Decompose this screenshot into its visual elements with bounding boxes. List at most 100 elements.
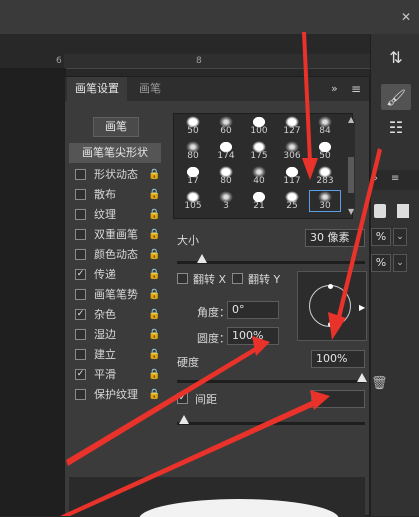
chevron-down-icon[interactable]: ▼: [348, 207, 354, 216]
brush-option-row[interactable]: ✓ 杂色 🔒: [69, 305, 161, 325]
hardness-field[interactable]: 100%: [311, 350, 365, 368]
brush-preset[interactable]: 21: [244, 191, 274, 211]
option-label: 保护纹理: [94, 388, 138, 401]
option-checkbox[interactable]: [75, 349, 86, 360]
lock-icon[interactable]: 🔒: [148, 205, 160, 225]
brush-settings-icon[interactable]: 🖌: [381, 84, 411, 110]
brush-preset[interactable]: 117: [277, 166, 307, 186]
lock-icon[interactable]: 🔒: [148, 345, 160, 365]
brush-preset[interactable]: 40: [244, 166, 274, 186]
spacing-field[interactable]: 9: [311, 390, 365, 408]
hardness-slider[interactable]: [177, 380, 365, 383]
brush-option-row[interactable]: 湿边 🔒: [69, 325, 161, 345]
brush-preset[interactable]: 84: [310, 116, 340, 136]
size-slider-knob[interactable]: [197, 254, 207, 263]
chevron-down-icon[interactable]: ⌄: [393, 228, 407, 246]
flip-x-checkbox[interactable]: [177, 273, 188, 284]
brush-preset[interactable]: 50: [310, 141, 340, 161]
lock-icon[interactable]: 🔒: [148, 265, 160, 285]
close-icon[interactable]: ✕: [401, 10, 415, 24]
brush-preset[interactable]: 174: [211, 141, 241, 161]
chevron-up-icon[interactable]: ▲: [348, 115, 354, 124]
adjust-icon[interactable]: ☷: [381, 114, 411, 140]
brush-option-row[interactable]: 散布 🔒: [69, 185, 161, 205]
panel-menu-icon[interactable]: ≡: [351, 82, 361, 96]
brush-preset[interactable]: 3: [211, 191, 241, 211]
flip-y-checkbox[interactable]: [232, 273, 243, 284]
brush-option-row[interactable]: 双重画笔 🔒: [69, 225, 161, 245]
brush-preset[interactable]: 25: [277, 191, 307, 211]
brush-option-row[interactable]: ✓ 传递 🔒: [69, 265, 161, 285]
brush-preset[interactable]: 175: [244, 141, 274, 161]
lock-icon[interactable]: 🔒: [148, 165, 160, 185]
angle-field[interactable]: 0°: [227, 301, 279, 319]
collapse-icon[interactable]: »: [331, 82, 338, 95]
menu-icon[interactable]: ≡: [391, 173, 399, 184]
lock-icon[interactable]: 🔒: [148, 185, 160, 205]
roundness-circle[interactable]: [309, 285, 351, 327]
lock-icon[interactable]: 🔒: [148, 305, 160, 325]
brush-option-row[interactable]: 颜色动态 🔒: [69, 245, 161, 265]
spacing-checkbox[interactable]: ✓: [177, 393, 188, 404]
option-checkbox[interactable]: [75, 229, 86, 240]
lock-icon[interactable]: 🔒: [148, 385, 160, 405]
brush-option-row[interactable]: ✓ 平滑 🔒: [69, 365, 161, 385]
brush-preset[interactable]: 105: [178, 191, 208, 211]
option-checkbox[interactable]: [75, 249, 86, 260]
brush-preset[interactable]: 30: [309, 190, 341, 212]
brush-option-row[interactable]: 画笔笔势 🔒: [69, 285, 161, 305]
option-checkbox[interactable]: [75, 329, 86, 340]
history-icon[interactable]: ⇅: [381, 44, 411, 70]
brush-preset[interactable]: 80: [178, 141, 208, 161]
hardness-slider-knob[interactable]: [357, 373, 367, 382]
brush-option-row[interactable]: 建立 🔒: [69, 345, 161, 365]
lock-icon[interactable]: 🔒: [148, 365, 160, 385]
lock-icon[interactable]: 🔒: [148, 245, 160, 265]
brush-option-row[interactable]: 形状动态 🔒: [69, 165, 161, 185]
brush-preset[interactable]: 100: [244, 116, 274, 136]
dock-subheader: › ≡: [371, 170, 419, 190]
brush-preset-size: 84: [319, 126, 331, 136]
option-checkbox[interactable]: [75, 389, 86, 400]
brush-preset[interactable]: 283: [310, 166, 340, 186]
brush-preset[interactable]: 127: [277, 116, 307, 136]
trash-icon[interactable]: 🗑: [371, 376, 388, 391]
brush-option-row[interactable]: 纹理 🔒: [69, 205, 161, 225]
roundness-field[interactable]: 100%: [227, 327, 279, 345]
brush-tip-shape-item[interactable]: 画笔笔尖形状: [69, 143, 161, 163]
chevron-down-icon[interactable]: ⌄: [393, 254, 407, 272]
angle-handle[interactable]: [328, 284, 333, 289]
brush-preset[interactable]: 60: [211, 116, 241, 136]
option-checkbox[interactable]: [75, 189, 86, 200]
brushes-button[interactable]: 画笔: [93, 117, 139, 137]
fill-field[interactable]: %: [371, 254, 391, 272]
document-tab-bar: [0, 0, 419, 34]
preset-scroll-thumb[interactable]: [348, 157, 354, 193]
angle-handle[interactable]: [328, 322, 333, 327]
brush-preset[interactable]: 17: [178, 166, 208, 186]
option-checkbox[interactable]: ✓: [75, 369, 86, 380]
tab-brush-settings[interactable]: 画笔设置: [67, 77, 127, 101]
option-checkbox[interactable]: [75, 209, 86, 220]
fill-icon[interactable]: [397, 204, 409, 218]
option-label: 建立: [94, 348, 116, 361]
option-checkbox[interactable]: [75, 169, 86, 180]
tab-brushes[interactable]: 画笔: [131, 77, 169, 101]
brush-option-row[interactable]: 保护纹理 🔒: [69, 385, 161, 405]
spacing-slider[interactable]: [177, 422, 365, 425]
option-checkbox[interactable]: [75, 289, 86, 300]
lock-icon[interactable]: 🔒: [148, 325, 160, 345]
spacing-slider-knob[interactable]: [179, 415, 189, 424]
brush-preset[interactable]: 306: [277, 141, 307, 161]
option-checkbox[interactable]: ✓: [75, 309, 86, 320]
brush-preset-size: 25: [286, 201, 298, 211]
option-checkbox[interactable]: ✓: [75, 269, 86, 280]
lock-icon[interactable]: [374, 204, 386, 218]
lock-icon[interactable]: 🔒: [148, 225, 160, 245]
brush-preset[interactable]: 80: [211, 166, 241, 186]
expand-icon[interactable]: ›: [374, 173, 378, 184]
lock-icon[interactable]: 🔒: [148, 285, 160, 305]
size-field[interactable]: 30 像素: [305, 229, 365, 247]
brush-preset[interactable]: 50: [178, 116, 208, 136]
opacity-field[interactable]: %: [371, 228, 391, 246]
